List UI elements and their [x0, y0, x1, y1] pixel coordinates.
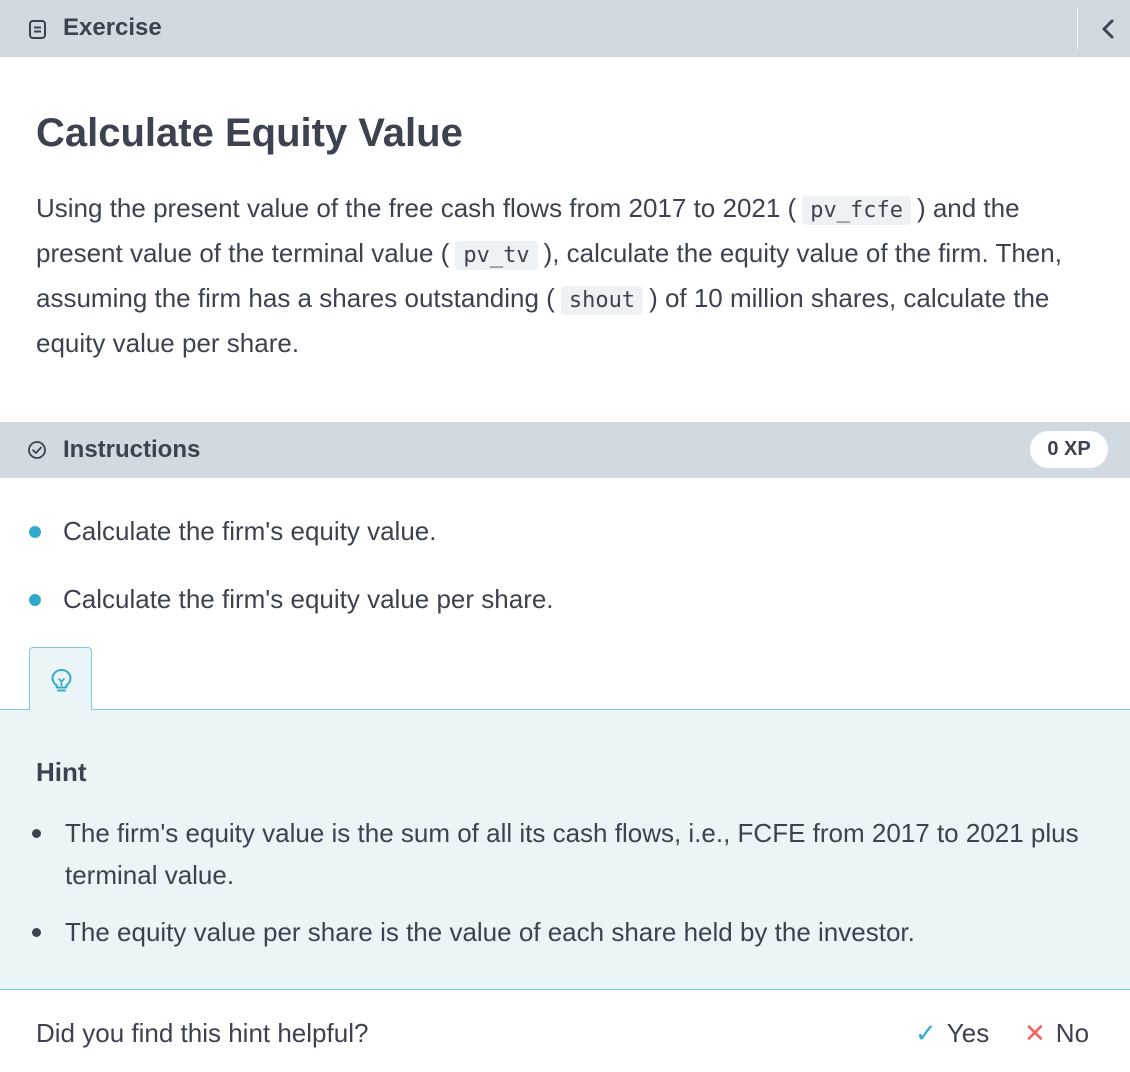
- no-label: No: [1055, 1018, 1090, 1048]
- code-pv-fcfe: pv_fcfe: [802, 196, 911, 225]
- hint-feedback-question: Did you find this hint helpful?: [36, 1018, 369, 1048]
- code-pv-tv: pv_tv: [455, 241, 538, 270]
- hint-item: The firm's equity value is the sum of al…: [65, 818, 1079, 890]
- instruction-item: Calculate the firm's equity value.: [63, 516, 437, 546]
- instructions-label: Instructions: [63, 436, 201, 463]
- lightbulb-icon: [51, 669, 72, 692]
- description-text: Using the present value of the free cash…: [36, 193, 797, 223]
- instructions-header: Instructions: [0, 422, 1130, 478]
- exercise-description: Using the present value of the free cash…: [36, 187, 1096, 364]
- exercise-title: Calculate Equity Value: [36, 111, 463, 155]
- bullet-icon: [29, 594, 41, 606]
- document-icon: [29, 20, 46, 39]
- hint-helpful-yes-button[interactable]: ✓ Yes: [915, 1017, 989, 1049]
- header-divider: [1077, 8, 1078, 49]
- bullet-icon: [32, 928, 41, 937]
- hint-title: Hint: [36, 757, 87, 787]
- hint-helpful-no-button[interactable]: ✕ No: [1024, 1017, 1089, 1049]
- check-icon: ✓: [915, 1018, 937, 1048]
- hint-toggle-button[interactable]: [29, 647, 92, 710]
- check-circle-icon: [28, 441, 46, 459]
- code-shout: shout: [560, 286, 644, 315]
- yes-label: Yes: [946, 1018, 990, 1048]
- hint-item: The equity value per share is the value …: [65, 917, 915, 947]
- bullet-icon: [29, 526, 41, 538]
- xp-badge: 0 XP: [1030, 431, 1108, 468]
- cross-icon: ✕: [1024, 1018, 1046, 1048]
- bullet-icon: [32, 829, 41, 838]
- instruction-item: Calculate the firm's equity value per sh…: [63, 584, 554, 614]
- header-title: Exercise: [63, 14, 162, 41]
- chevron-left-icon[interactable]: [1095, 16, 1121, 42]
- exercise-header: Exercise: [0, 0, 1130, 57]
